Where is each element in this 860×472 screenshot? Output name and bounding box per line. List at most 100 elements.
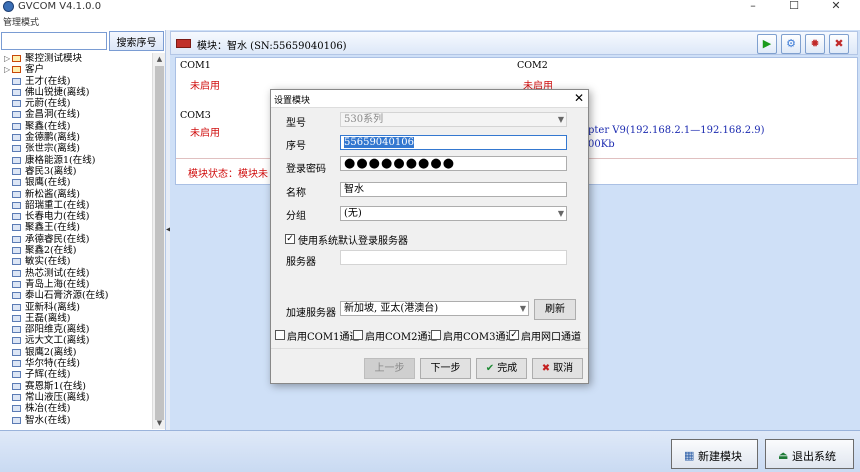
module-status: 模块状态：模块未	[188, 169, 268, 180]
group-select[interactable]: (无) ▼	[340, 206, 567, 221]
dropdown-arrow-icon: ▼	[557, 209, 564, 218]
tree-device-item[interactable]: 长春电力(在线)	[0, 211, 152, 222]
tree-device-item[interactable]: 青岛上海(在线)	[0, 279, 152, 290]
device-icon	[12, 416, 21, 424]
device-icon	[12, 145, 21, 153]
tree-device-item[interactable]: 新松酱(离线)	[0, 189, 152, 200]
tree-device-item[interactable]: 常山液压(离线)	[0, 392, 152, 403]
serial-field[interactable]: 55659040106	[340, 135, 567, 150]
dropdown-arrow-icon: ▼	[557, 115, 564, 124]
next-button[interactable]: 下一步	[420, 358, 471, 379]
tree-device-item[interactable]: 热芯测试(在线)	[0, 268, 152, 279]
password-label: 登录密码	[286, 164, 326, 175]
tree-device-item[interactable]: 元蔚(在线)	[0, 98, 152, 109]
exit-label: 退出系统	[792, 450, 836, 463]
tree-device-item[interactable]: 银鹰2(离线)	[0, 347, 152, 358]
finish-button[interactable]: ✔ 完成	[476, 358, 527, 379]
dialog-close-icon[interactable]: ✕	[571, 90, 587, 107]
tree-device-item[interactable]: 聚鑫王(在线)	[0, 222, 152, 233]
scroll-down-icon[interactable]: ▼	[153, 417, 166, 429]
refresh-button[interactable]: 刷新	[534, 299, 576, 320]
tree-item-label: 聚鑫(在线)	[25, 120, 71, 132]
device-icon	[12, 167, 21, 175]
tree-device-item[interactable]: 睿民3(离线)	[0, 166, 152, 177]
tree-device-item[interactable]: 华尔特(在线)	[0, 358, 152, 369]
tree-device-item[interactable]: 敏实(在线)	[0, 256, 152, 267]
module-title: 模块：智水 (SN:55659040106)	[197, 41, 347, 52]
device-icon	[12, 224, 21, 232]
device-icon	[12, 326, 21, 334]
tree-item-label: 张世宗(离线)	[25, 143, 80, 155]
cancel-button[interactable]: ✖ 取消	[532, 358, 583, 379]
search-input[interactable]	[1, 32, 107, 50]
device-icon	[12, 201, 21, 209]
tree-device-item[interactable]: 株冶(在线)	[0, 403, 152, 414]
tree-device-item[interactable]: 邵阳维克(离线)	[0, 324, 152, 335]
tree-device-item[interactable]: 亚新科(离线)	[0, 302, 152, 313]
close-window-button[interactable]: ✕	[816, 0, 856, 14]
tree-device-item[interactable]: 聚鑫2(在线)	[0, 245, 152, 256]
tree-device-item[interactable]: 王磊(离线)	[0, 313, 152, 324]
password-field[interactable]: ●●●●●●●●●	[340, 156, 567, 171]
scroll-up-icon[interactable]: ▲	[153, 53, 166, 65]
device-icon	[12, 360, 21, 368]
tree-device-item[interactable]: 承德睿民(在线)	[0, 234, 152, 245]
tree-item-label: 康格能源1(在线)	[25, 154, 96, 166]
tree-device-item[interactable]: 智水(在线)	[0, 415, 152, 426]
device-sidebar: 搜索序号 ▷ 聚控测试模块 ▷ 客户 王才(在线) 佛山锐捷(离线) 元蔚(在线) 金昌洞(在…	[0, 30, 166, 430]
settings-gear-icon[interactable]: ⚙	[781, 34, 801, 54]
mode-label[interactable]: 管理模式	[3, 15, 39, 28]
app-icon	[3, 1, 14, 12]
tree-item-label: 新松酱(离线)	[25, 188, 80, 200]
tree-device-item[interactable]: 佛山锐捷(离线)	[0, 87, 152, 98]
debug-icon[interactable]: ✹	[805, 34, 825, 54]
minimize-button[interactable]: –	[733, 0, 773, 14]
group-label: 分组	[286, 211, 306, 222]
bottom-toolbar: ▦ 新建模块 ⏏ 退出系统	[0, 430, 860, 472]
tree-group[interactable]: ▷ 客户	[0, 64, 152, 75]
maximize-button[interactable]: ☐	[774, 0, 814, 14]
check-icon: ✔	[485, 363, 495, 374]
tree-device-item[interactable]: 张世宗(离线)	[0, 143, 152, 154]
delete-module-icon[interactable]: ✖	[829, 34, 849, 54]
model-select[interactable]: 530系列 ▼	[340, 112, 567, 127]
run-icon[interactable]: ▶	[757, 34, 777, 54]
exit-button[interactable]: ⏏ 退出系统	[765, 439, 854, 469]
device-icon	[12, 393, 21, 401]
tree-item-label: 智水(在线)	[25, 414, 71, 426]
dropdown-arrow-icon: ▼	[519, 304, 526, 313]
com3-checkbox[interactable]	[431, 330, 441, 340]
tree-device-item[interactable]: 泰山石膏济源(在线)	[0, 290, 152, 301]
search-serial-button[interactable]: 搜索序号	[109, 31, 164, 51]
tree-device-item[interactable]: 银鹰(在线)	[0, 177, 152, 188]
expand-arrow-icon[interactable]: ▷	[4, 64, 10, 75]
tree-device-item[interactable]: 聚鑫(在线)	[0, 121, 152, 132]
new-module-button[interactable]: ▦ 新建模块	[671, 439, 758, 469]
scrollbar-thumb[interactable]	[155, 66, 164, 420]
tree-group[interactable]: ▷ 聚控测试模块	[0, 53, 152, 64]
com2-checkbox[interactable]	[353, 330, 363, 340]
tree-device-item[interactable]: 赛恩斯1(在线)	[0, 381, 152, 392]
device-icon	[12, 235, 21, 243]
accel-server-select[interactable]: 新加坡, 亚太(港澳台) ▼	[340, 301, 529, 316]
tree-device-item[interactable]: 金昌洞(在线)	[0, 109, 152, 120]
net-checkbox[interactable]: ✓	[509, 330, 519, 340]
prev-button[interactable]: 上一步	[364, 358, 415, 379]
com1-checkbox[interactable]	[275, 330, 285, 340]
tree-device-item[interactable]: 子辉(在线)	[0, 369, 152, 380]
new-module-icon: ▦	[684, 449, 695, 462]
tree-device-item[interactable]: 韶瑞重工(在线)	[0, 200, 152, 211]
tree-device-item[interactable]: 康格能源1(在线)	[0, 155, 152, 166]
device-icon	[12, 156, 21, 164]
name-field[interactable]: 智水	[340, 182, 567, 197]
expand-arrow-icon[interactable]: ▷	[4, 53, 10, 64]
default-server-checkbox[interactable]: ✓	[285, 234, 295, 244]
tree-item-label: 子辉(在线)	[25, 369, 71, 381]
server-field[interactable]	[340, 250, 567, 265]
tree-device-item[interactable]: 远大文工(离线)	[0, 335, 152, 346]
server-label: 服务器	[286, 257, 316, 268]
tree-device-item[interactable]: 王才(在线)	[0, 76, 152, 87]
tree-device-item[interactable]: 金德鹏(离线)	[0, 132, 152, 143]
sidebar-scrollbar[interactable]: ▲ ▼	[152, 53, 165, 429]
group-value: (无)	[344, 208, 362, 219]
